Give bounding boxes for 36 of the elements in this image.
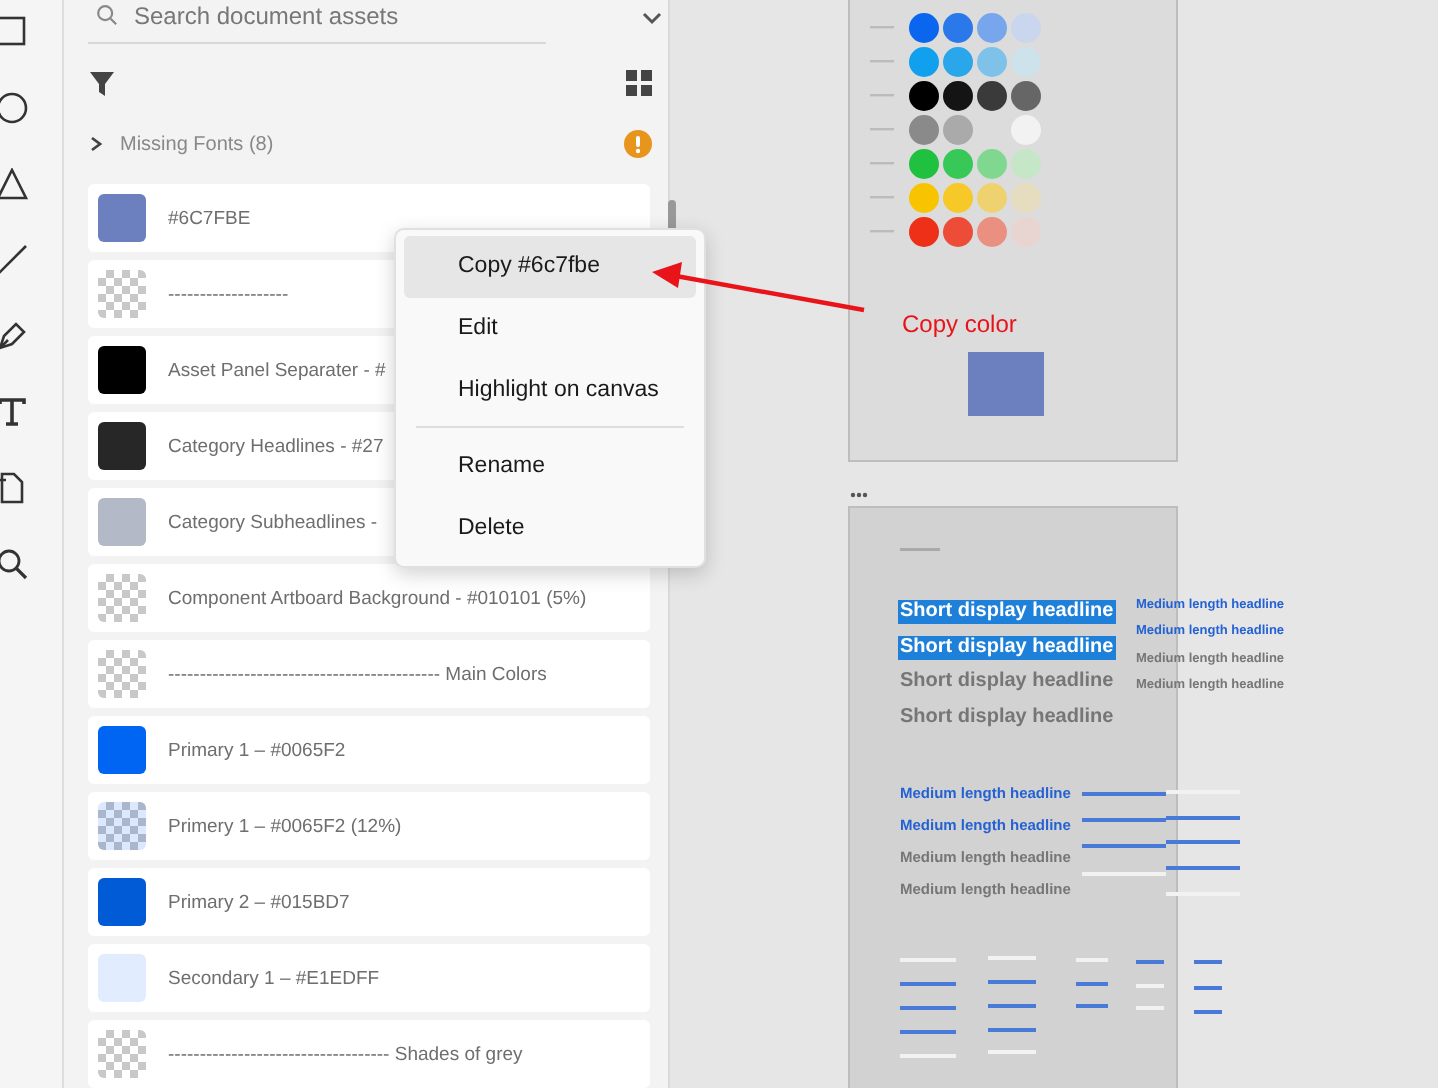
transparent-swatch [98,650,146,698]
zoom-tool-icon[interactable] [0,548,28,580]
asset-row[interactable]: Primary 2 – #015BD7 [88,868,650,936]
grid-view-icon[interactable] [626,70,652,97]
annotation-text: Copy color [902,310,1017,338]
warning-icon [624,130,652,159]
asset-row[interactable]: Primary 1 – #0065F2 [88,716,650,784]
headline-text: Short display headline [898,635,1116,659]
chevron-down-icon[interactable] [642,10,662,26]
transparent-swatch [98,574,146,622]
search-icon [96,4,118,26]
rectangle-tool-icon[interactable] [0,16,28,48]
line-tool-icon[interactable] [0,244,28,276]
color-swatch [968,352,1044,416]
filter-icon[interactable] [88,69,116,98]
transparent-swatch [98,802,146,850]
menu-item[interactable]: Copy #6c7fbe [404,236,696,298]
search-field[interactable]: Search document assets [134,1,514,29]
headline-text: Short display headline [898,600,1116,624]
pen-tool-icon[interactable] [0,320,28,352]
artboard-tool-icon[interactable] [0,472,28,504]
headline-text: Short display headline [898,705,1116,729]
text-tool-icon[interactable] [0,396,28,428]
asset-row[interactable]: ----------------------------------- Shades of grey [88,1020,650,1088]
headline-text: Short display headline [898,670,1116,694]
asset-row[interactable]: Component Artboard Background - #010101 (5%) [88,564,650,632]
asset-row[interactable]: ------------------------------------------- Main Colors [88,640,650,708]
transparent-swatch [98,270,146,318]
asset-row[interactable]: Secondary 1 – #E1EDFF [88,944,650,1012]
missing-fonts-label[interactable]: Missing Fonts (8) [120,133,624,156]
ellipse-tool-icon[interactable] [0,92,28,124]
triangle-tool-icon[interactable] [0,168,28,200]
transparent-swatch [98,1030,146,1078]
chevron-icon[interactable] [88,136,104,153]
more-icon[interactable] [850,492,868,498]
asset-row[interactable]: Primery 1 – #0065F2 (12%) [88,792,650,860]
